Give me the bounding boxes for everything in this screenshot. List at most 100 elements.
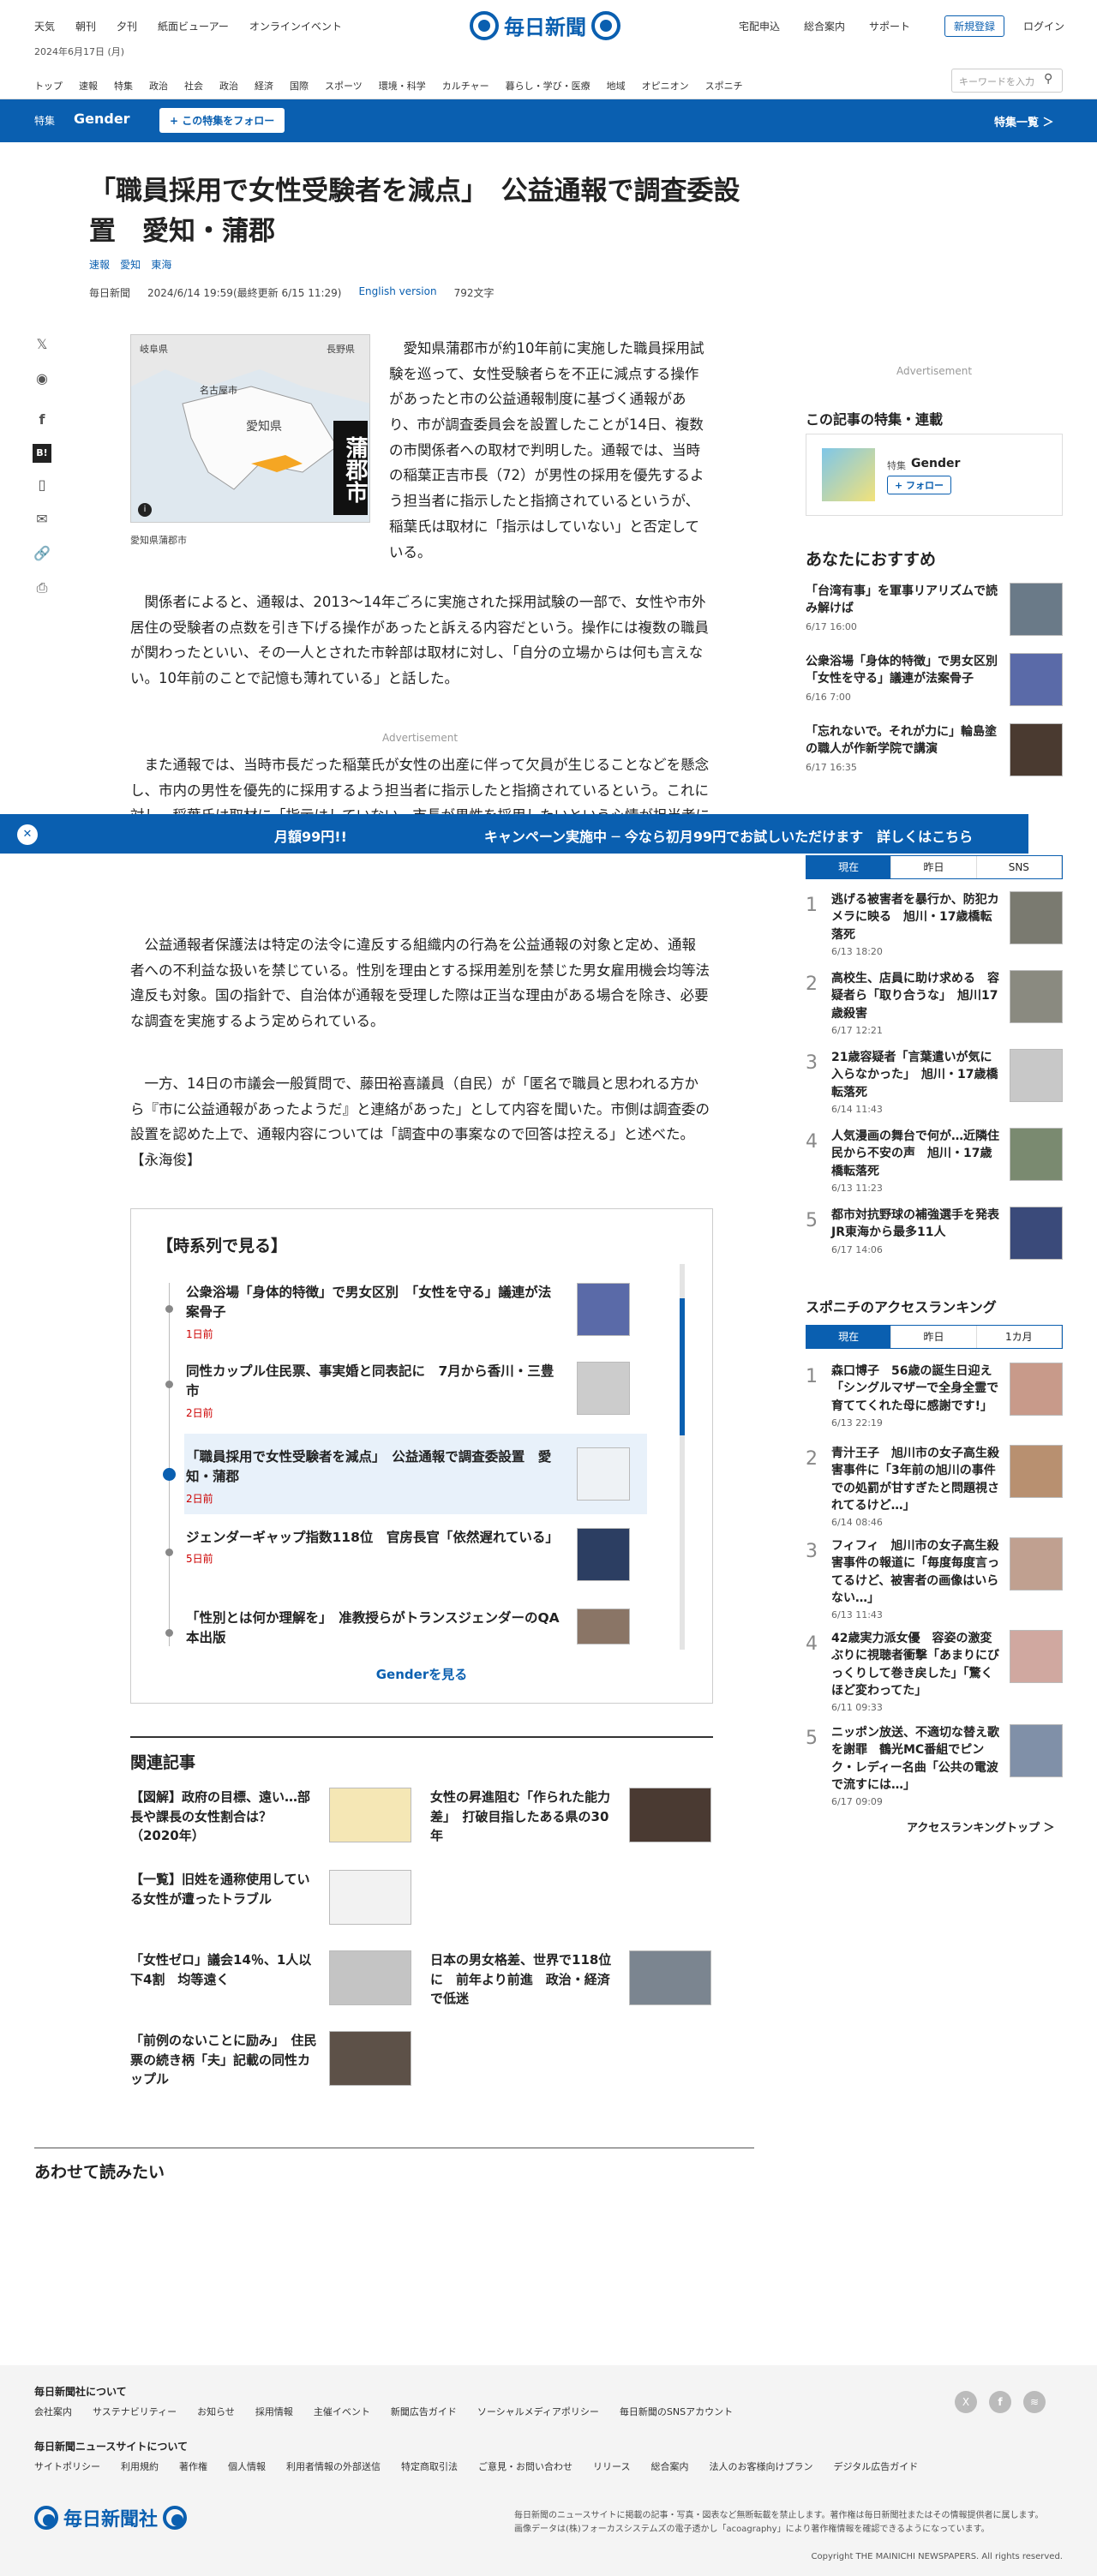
cat-item[interactable]: 政治 (219, 79, 238, 93)
footer-link[interactable]: 特定商取引法 (401, 2459, 458, 2473)
related-item[interactable]: 女性の昇進阻む「作られた能力差」 打破目指したある県の30年 (430, 1788, 713, 1846)
ranking-item[interactable]: 4 人気漫画の舞台で何が…近隣住民から不安の声 旭川・17歳橋転落死 6/13 1… (806, 1128, 1063, 1194)
link-icon[interactable]: 🔗 (33, 545, 51, 564)
reco-item[interactable]: 公衆浴場「身体的特徴」で男女区別「女性を守る」議連が法案骨子 6/16 7:00 (806, 653, 1063, 715)
cat-item[interactable]: スポーツ (325, 79, 363, 93)
cat-item[interactable]: スポニチ (705, 79, 743, 93)
related-item[interactable]: 【一覧】旧姓を通称使用している女性が遭ったトラブル (130, 1870, 413, 1925)
reco-item[interactable]: 「台湾有事」を軍事リアリズムで読み解けば 6/17 16:00 (806, 583, 1063, 644)
timeline-more-link[interactable]: Genderを見る (131, 1665, 712, 1683)
cat-item[interactable]: カルチャー (442, 79, 489, 93)
info-icon[interactable]: i (138, 503, 152, 517)
feature-list-link[interactable]: 特集一覧 ＞ (994, 113, 1054, 129)
tab-month[interactable]: 1カ月 (977, 1326, 1062, 1348)
english-version-link[interactable]: English version (358, 285, 436, 300)
footer-link[interactable]: 利用規約 (121, 2459, 159, 2473)
tab-now[interactable]: 現在 (806, 1326, 892, 1348)
site-logo[interactable]: 毎日新聞 (470, 10, 620, 40)
hatena-icon[interactable]: ◉ (33, 370, 51, 389)
timeline-item-current[interactable]: 「職員採用で女性受験者を減点」 公益通報で調査委設置 愛知・蒲郡 2日前 (186, 1447, 632, 1506)
footer-link[interactable]: 採用情報 (255, 2405, 293, 2418)
footer-link[interactable]: お知らせ (197, 2405, 235, 2418)
footer-link[interactable]: 主催イベント (314, 2405, 370, 2418)
nav-support[interactable]: サポート (869, 19, 910, 33)
footer-link[interactable]: 法人のお客様向けプラン (709, 2459, 812, 2473)
cat-item[interactable]: 速報 (79, 79, 98, 93)
footer-link[interactable]: 利用者情報の外部送信 (286, 2459, 381, 2473)
nav-weather[interactable]: 天気 (34, 19, 55, 33)
timeline-item[interactable]: ジェンダーギャップ指数118位 官房長官「依然遅れている」 5日前 (186, 1528, 632, 1581)
footer-link[interactable]: 会社案内 (34, 2405, 72, 2418)
campaign-banner[interactable]: ✕ 月額99円!! キャンペーン実施中 ─ 今なら初月99円でお試しいただけます… (0, 814, 1028, 854)
nav-events[interactable]: オンラインイベント (249, 19, 342, 33)
cat-item[interactable]: 国際 (290, 79, 309, 93)
footer-link[interactable]: 個人情報 (228, 2459, 266, 2473)
sponichi-item[interactable]: 1 森口博子 56歳の誕生日迎え「シングルマザーで全身全霊で育ててくれた母に感謝… (806, 1363, 1063, 1448)
footer-logo[interactable]: 毎日新聞社 (34, 2504, 188, 2531)
cat-item[interactable]: 暮らし・学び・医療 (506, 79, 590, 93)
timeline-item[interactable]: 「性別とは何か理解を」 准教授らがトランスジェンダーのQA本出版 (186, 1609, 632, 1644)
print-icon[interactable]: ⎙ (33, 579, 51, 598)
footer-link[interactable]: 著作権 (179, 2459, 207, 2473)
timeline-item[interactable]: 同性カップル住民票、事実婚と同表記に 7月から香川・三豊市 2日前 (186, 1362, 632, 1420)
cat-item[interactable]: 経済 (255, 79, 273, 93)
sponichi-item[interactable]: 4 42歳実力派女優 容姿の激変ぶりに視聴者衝撃「あまりにびっくりして巻き戻した… (806, 1630, 1063, 1716)
login-link[interactable]: ログイン (1023, 19, 1064, 33)
timeline-item[interactable]: 公衆浴場「身体的特徴」で男女区別 「女性を守る」議連が法案骨子 1日前 (186, 1283, 632, 1341)
cat-item[interactable]: 特集 (114, 79, 133, 93)
ranking-item[interactable]: 1 逃げる被害者を暴行か、防犯カメラに映る 旭川・17歳橋転落死 6/13 18:… (806, 891, 1063, 957)
mail-icon[interactable]: ✉ (33, 511, 51, 530)
bookmark-icon[interactable]: ▯ (33, 476, 51, 495)
article-map[interactable]: 岐阜県 長野県 名古屋市 愛知県 蒲郡市 i (130, 334, 370, 523)
feature-name[interactable]: Gender (74, 111, 130, 127)
nav-viewer[interactable]: 紙面ビューアー (158, 19, 229, 33)
nav-delivery[interactable]: 宅配申込 (739, 19, 780, 33)
footer-link[interactable]: リリース (593, 2459, 630, 2473)
x-icon[interactable]: X (955, 2391, 977, 2413)
related-item[interactable]: 「女性ゼロ」議会14％、1人以下4割 均等遠く (130, 1950, 413, 2005)
reco-item[interactable]: 「忘れないで。それが力に」輪島塗の職人が作新学院で講演 6/17 16:35 (806, 723, 1063, 785)
cat-item[interactable]: オピニオン (642, 79, 689, 93)
register-button[interactable]: 新規登録 (944, 15, 1005, 37)
footer-link[interactable]: 毎日新聞のSNSアカウント (620, 2405, 733, 2418)
b-icon[interactable]: B! (33, 444, 51, 463)
footer-link[interactable]: ご意見・お問い合わせ (478, 2459, 572, 2473)
follow-feature-button[interactable]: + この特集をフォロー (159, 108, 285, 133)
related-item[interactable]: 日本の男女格差、世界で118位に 前年より前進 政治・経済で低迷 (430, 1950, 713, 2009)
timeline-scrollbar[interactable] (680, 1264, 685, 1650)
cat-item[interactable]: 社会 (184, 79, 203, 93)
footer-link[interactable]: 総合案内 (650, 2459, 688, 2473)
related-item[interactable]: 「前例のないことに励み」 住民票の続き柄「夫」記載の同性カップル (130, 2031, 413, 2089)
ranking-item[interactable]: 3 21歳容疑者「言葉遣いが気に入らなかった」 旭川・17歳橋転落死 6/14 1… (806, 1049, 1063, 1115)
ranking-item[interactable]: 2 高校生、店員に助け求める 容疑者ら「取り合うな」 旭川17歳殺害 6/17 1… (806, 970, 1063, 1036)
tab-yesterday[interactable]: 昨日 (891, 1326, 977, 1348)
sponichi-item[interactable]: 3 フィフィ 旭川市の女子高生殺害事件の報道に「毎度毎度言ってるけど、被害者の画… (806, 1537, 1063, 1623)
nav-morning[interactable]: 朝刊 (75, 19, 96, 33)
cat-item[interactable]: 環境・科学 (379, 79, 426, 93)
cat-item[interactable]: トップ (34, 79, 63, 93)
rss-icon[interactable]: ≋ (1023, 2391, 1046, 2413)
footer-link[interactable]: ソーシャルメディアポリシー (477, 2405, 599, 2418)
tag-link[interactable]: 速報 (89, 259, 110, 271)
search-icon[interactable]: ⚲ (1044, 72, 1052, 86)
footer-link[interactable]: 新聞広告ガイド (391, 2405, 457, 2418)
tag-link[interactable]: 愛知 (120, 259, 141, 271)
x-icon[interactable]: 𝕏 (33, 336, 51, 355)
cat-item[interactable]: 地域 (607, 79, 626, 93)
ranking-more-link[interactable]: アクセスランキングトップ ＞ (907, 1818, 1055, 1835)
feature-box[interactable]: 特集 Gender + フォロー (806, 434, 1063, 516)
footer-link[interactable]: サステナビリティー (93, 2405, 177, 2418)
facebook-icon[interactable]: f (989, 2391, 1011, 2413)
footer-link[interactable]: デジタル広告ガイド (833, 2459, 918, 2473)
tag-link[interactable]: 東海 (151, 259, 171, 271)
sponichi-item[interactable]: 5 ニッポン放送、不適切な替え歌を謝罪 鶴光MC番組でピンク・レディー名曲「公共… (806, 1724, 1063, 1810)
related-item[interactable]: 【図解】政府の目標、遠い…部長や課長の女性割合は？（2020年） (130, 1788, 413, 1846)
sponichi-item[interactable]: 2 青汁王子 旭川市の女子高生殺害事件に「3年前の旭川の事件での処罰が甘すぎたと… (806, 1445, 1063, 1531)
footer-link[interactable]: サイトポリシー (34, 2459, 100, 2473)
tab-sns[interactable]: SNS (977, 856, 1062, 878)
facebook-icon[interactable]: f (33, 411, 51, 430)
nav-evening[interactable]: 夕刊 (117, 19, 137, 33)
nav-guide[interactable]: 総合案内 (804, 19, 845, 33)
tab-now[interactable]: 現在 (806, 856, 892, 878)
close-icon[interactable]: ✕ (17, 824, 38, 845)
